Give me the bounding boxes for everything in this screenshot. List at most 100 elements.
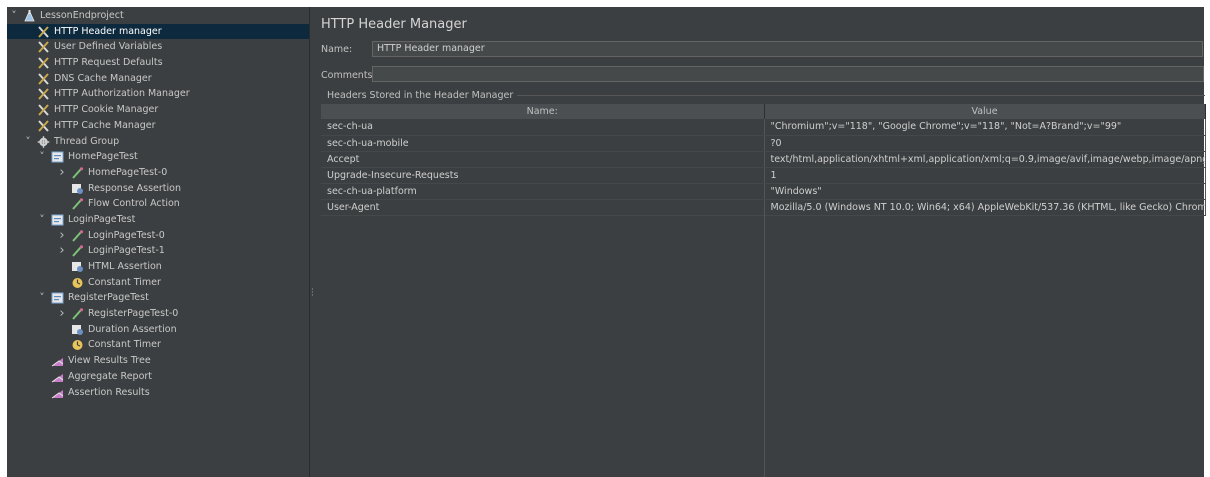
tree-item[interactable]: Assertion Results — [7, 385, 309, 401]
tree-item-label: View Results Tree — [68, 355, 151, 367]
tree-item[interactable]: Constant Timer — [7, 275, 309, 291]
tree-item[interactable]: ˅ RegisterPageTest — [7, 290, 309, 306]
header-name-cell[interactable]: User-Agent — [321, 199, 765, 216]
collapse-chevron-icon[interactable]: ˅ — [9, 8, 19, 24]
tree-item-label: HTTP Request Defaults — [54, 57, 163, 69]
tree-item[interactable]: › RegisterPageTest-0 — [7, 306, 309, 322]
collapse-chevron-icon[interactable]: ˅ — [23, 134, 33, 150]
tree-item-label: Constant Timer — [88, 339, 161, 351]
column-header-value[interactable]: Value — [764, 104, 1206, 119]
assertion-icon — [71, 183, 84, 195]
collapse-chevron-icon[interactable]: ˅ — [37, 149, 47, 165]
jmeter-window: ˅ LessonEndproject HTTP Header manager User… — [7, 7, 1206, 477]
tree-item[interactable]: HTTP Header manager — [7, 23, 309, 40]
config-wrench-icon — [37, 41, 50, 54]
config-wrench-icon — [37, 88, 50, 101]
config-wrench-icon — [37, 26, 50, 38]
splitter-grip-icon[interactable]: · · · — [311, 286, 314, 301]
collapse-chevron-icon[interactable]: ˅ — [37, 290, 47, 306]
tree-item-label: RegisterPageTest-0 — [88, 308, 179, 320]
timer-icon — [71, 339, 84, 351]
header-name-cell[interactable]: sec-ch-ua — [321, 119, 765, 136]
expand-chevron-icon[interactable]: › — [57, 165, 67, 181]
collapse-chevron-icon[interactable]: ˅ — [37, 212, 47, 228]
header-name-cell[interactable]: Upgrade-Insecure-Requests — [321, 167, 765, 184]
tree-item[interactable]: HTTP Cookie Manager — [7, 102, 309, 118]
sampler-pipette-icon — [71, 245, 84, 257]
header-name-cell[interactable]: Accept — [321, 151, 765, 168]
tree-item[interactable]: › HomePageTest-0 — [7, 165, 309, 181]
tree-item-label: User Defined Variables — [54, 41, 163, 53]
tree-item[interactable]: ˅ LessonEndproject — [7, 8, 309, 24]
tree-item-label: Duration Assertion — [88, 323, 177, 335]
listener-chart-icon — [51, 387, 64, 399]
headers-group-title: Headers Stored in the Header Manager — [321, 90, 518, 101]
tree-item-label: HTTP Cookie Manager — [54, 104, 159, 116]
expand-chevron-icon[interactable]: › — [57, 306, 67, 322]
tree-item-label: HTTP Header manager — [54, 25, 162, 37]
table-row[interactable]: User-Agent Mozilla/5.0 (Windows NT 10.0; … — [321, 199, 1206, 216]
sampler-pipette-icon — [71, 308, 84, 320]
expand-chevron-icon[interactable]: › — [57, 228, 67, 244]
table-row[interactable]: Accept text/html,application/xhtml+xml,ap… — [321, 151, 1206, 168]
config-wrench-icon — [37, 120, 50, 132]
tree-item-label: HomePageTest — [68, 151, 138, 163]
table-header-row: Name: Value — [321, 104, 1206, 119]
tree-item[interactable]: DNS Cache Manager — [7, 71, 309, 87]
tree-item[interactable]: › LoginPageTest-0 — [7, 228, 309, 244]
header-name-cell[interactable]: sec-ch-ua-platform — [321, 183, 765, 200]
header-value-cell[interactable]: text/html,application/xhtml+xml,applicat… — [764, 151, 1206, 168]
name-input[interactable]: HTTP Header manager — [372, 41, 1203, 57]
sampler-pipette-icon — [71, 167, 84, 179]
expand-chevron-icon[interactable]: › — [57, 243, 67, 259]
comments-input[interactable] — [372, 66, 1204, 82]
listener-chart-icon — [51, 355, 64, 367]
header-value-cell[interactable]: Mozilla/5.0 (Windows NT 10.0; Win64; x64… — [764, 199, 1206, 216]
tree-item[interactable]: Duration Assertion — [7, 322, 309, 338]
header-value-cell[interactable]: "Chromium";v="118", "Google Chrome";v="1… — [764, 119, 1206, 136]
sampler-pipette-icon — [71, 198, 84, 210]
config-wrench-icon — [37, 104, 50, 116]
transaction-controller-icon — [51, 214, 64, 226]
table-row[interactable]: sec-ch-ua-platform "Windows" — [321, 183, 1206, 200]
header-name-cell[interactable]: sec-ch-ua-mobile — [321, 135, 765, 152]
table-row[interactable]: Upgrade-Insecure-Requests 1 — [321, 167, 1206, 184]
transaction-controller-icon — [51, 292, 64, 304]
tree-item-label: DNS Cache Manager — [54, 72, 152, 84]
comments-label: Comments: — [321, 70, 376, 81]
tree-item[interactable]: ˅ LoginPageTest — [7, 212, 309, 228]
tree-item[interactable]: View Results Tree — [7, 353, 309, 369]
tree-item[interactable]: HTTP Cache Manager — [7, 118, 309, 134]
tree-item-label: LoginPageTest-1 — [88, 245, 165, 257]
tree-item[interactable]: › LoginPageTest-1 — [7, 243, 309, 259]
tree-item-label: LoginPageTest — [68, 213, 136, 225]
tree-item[interactable]: Aggregate Report — [7, 369, 309, 385]
tree-item[interactable]: HTTP Authorization Manager — [7, 86, 309, 102]
tree-item-label: HTTP Cache Manager — [54, 119, 156, 131]
tree-item[interactable]: User Defined Variables — [7, 39, 309, 55]
tree-item-label: Assertion Results — [68, 386, 150, 398]
timer-icon — [71, 277, 84, 289]
transaction-controller-icon — [51, 151, 64, 163]
column-header-name[interactable]: Name: — [321, 104, 765, 119]
test-plan-icon — [23, 10, 36, 22]
tree-item[interactable]: ˅ Thread Group — [7, 134, 309, 150]
tree-item[interactable]: Flow Control Action — [7, 196, 309, 212]
table-row[interactable]: sec-ch-ua-mobile ?0 — [321, 135, 1206, 152]
header-value-cell[interactable]: "Windows" — [764, 183, 1206, 200]
header-value-cell[interactable]: 1 — [764, 167, 1206, 184]
tree-item-label: Thread Group — [54, 135, 120, 147]
test-plan-tree[interactable]: ˅ LessonEndproject HTTP Header manager User… — [7, 7, 309, 477]
tree-item[interactable]: HTML Assertion — [7, 259, 309, 275]
header-value-cell[interactable]: ?0 — [764, 135, 1206, 152]
thread-group-gear-icon — [37, 135, 50, 148]
config-wrench-icon — [37, 57, 50, 69]
headers-table[interactable]: Name: Value sec-ch-ua "Chromium";v="118",… — [321, 104, 1206, 216]
tree-item[interactable]: Constant Timer — [7, 337, 309, 353]
table-row[interactable]: sec-ch-ua "Chromium";v="118", "Google Chr… — [321, 119, 1206, 136]
tree-item-label: LoginPageTest-0 — [88, 229, 165, 241]
tree-item[interactable]: Response Assertion — [7, 181, 309, 197]
tree-item[interactable]: ˅ HomePageTest — [7, 149, 309, 165]
tree-item[interactable]: HTTP Request Defaults — [7, 55, 309, 71]
sampler-pipette-icon — [71, 229, 84, 242]
